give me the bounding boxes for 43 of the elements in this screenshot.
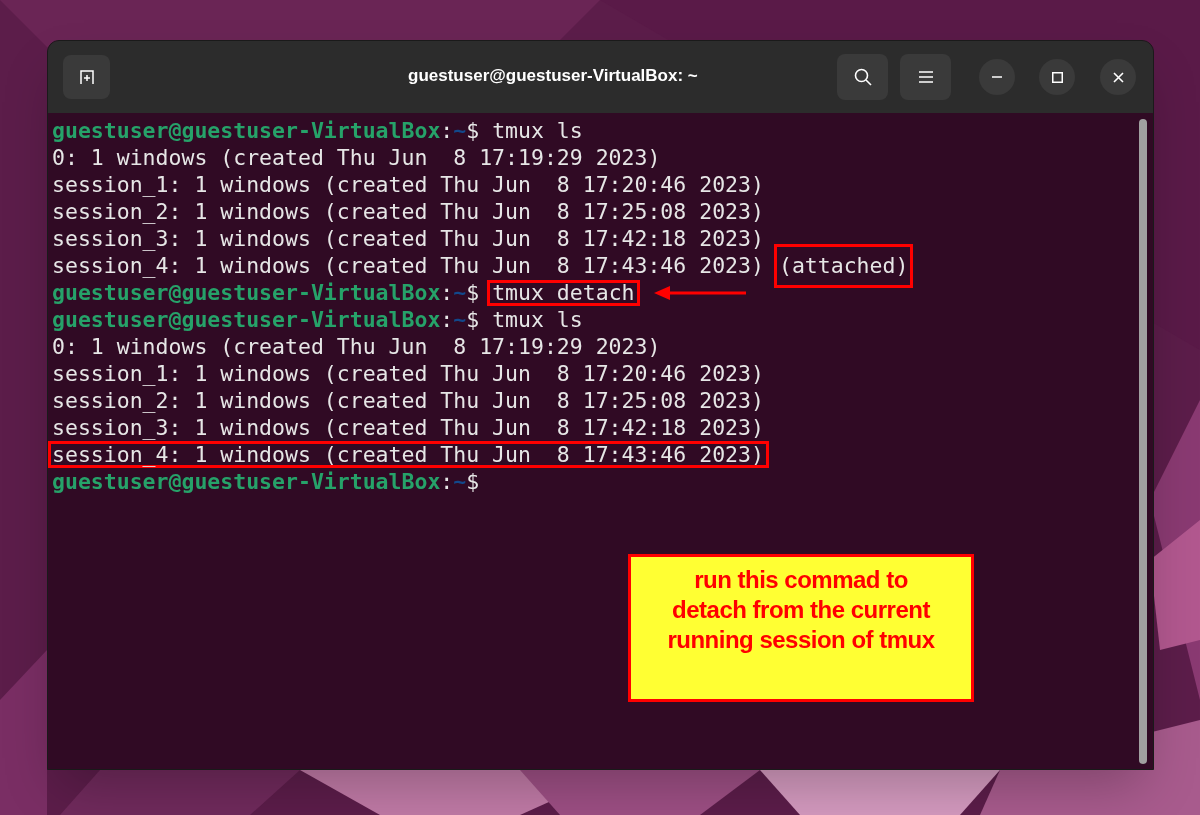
prompt-user-host: guestuser@guestuser-VirtualBox: [52, 306, 441, 333]
prompt-symbol: $: [466, 279, 480, 306]
prompt-symbol: $: [466, 306, 480, 333]
minimize-icon: [992, 76, 1002, 78]
prompt-path: ~: [453, 306, 467, 333]
output-line: session_3: 1 windows (created Thu Jun 8 17:42:18 2023): [52, 414, 764, 441]
prompt-separator: :: [440, 279, 454, 306]
output-line: session_2: 1 windows (created Thu Jun 8 17:25:08 2023): [52, 198, 764, 225]
prompt-symbol: $: [466, 468, 480, 495]
scrollbar[interactable]: [1139, 119, 1147, 764]
search-button[interactable]: [837, 54, 888, 100]
menu-icon: [918, 71, 933, 83]
attached-tag: (attached): [773, 243, 914, 288]
search-icon: [853, 68, 872, 86]
new-tab-icon: [78, 69, 95, 85]
maximize-icon: [1051, 71, 1063, 83]
new-tab-button[interactable]: [63, 55, 110, 99]
command-text: tmux ls: [492, 117, 583, 144]
prompt-user-host: guestuser@guestuser-VirtualBox: [52, 117, 441, 144]
output-line: 0: 1 windows (created Thu Jun 8 17:19:29 2023): [52, 144, 661, 171]
output-line: session_4: 1 windows (created Thu Jun 8 17:43:46 2023): [52, 252, 764, 279]
window-title: guestuser@guestuser-VirtualBox: ~: [408, 65, 698, 87]
prompt-user-host: guestuser@guestuser-VirtualBox: [52, 468, 441, 495]
close-icon: [1112, 71, 1124, 83]
command-text: tmux ls: [492, 306, 583, 333]
note-callout: run this commad to detach from the current running session of tmux: [628, 554, 974, 702]
close-button[interactable]: [1100, 59, 1136, 95]
prompt-separator: :: [440, 306, 454, 333]
output-line: session_1: 1 windows (created Thu Jun 8 17:20:46 2023): [52, 360, 764, 387]
prompt-path: ~: [453, 468, 467, 495]
maximize-button[interactable]: [1039, 59, 1075, 95]
output-line: session_2: 1 windows (created Thu Jun 8 17:25:08 2023): [52, 387, 764, 414]
prompt-separator: :: [440, 468, 454, 495]
prompt-path: ~: [453, 117, 467, 144]
menu-button[interactable]: [900, 54, 951, 100]
output-line: 0: 1 windows (created Thu Jun 8 17:19:29 2023): [52, 333, 661, 360]
prompt-user-host: guestuser@guestuser-VirtualBox: [52, 279, 441, 306]
prompt-path: ~: [453, 279, 467, 306]
output-line: session_3: 1 windows (created Thu Jun 8 17:42:18 2023): [52, 225, 764, 252]
prompt-separator: :: [440, 117, 454, 144]
prompt-symbol: $: [466, 117, 480, 144]
command-text: tmux detach: [487, 279, 640, 306]
output-line: session_1: 1 windows (created Thu Jun 8 17:20:46 2023): [52, 171, 764, 198]
